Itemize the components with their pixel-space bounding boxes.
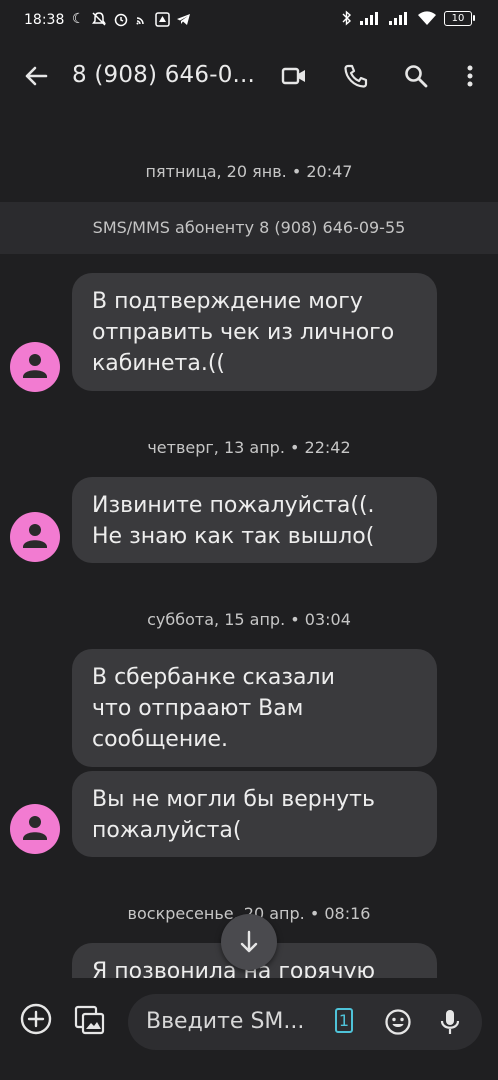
more-options-icon[interactable] [456, 62, 484, 90]
message-text: отправить чек из личного [92, 320, 395, 345]
message-text: В подтверждение могу [92, 289, 363, 314]
signal-icon [360, 12, 378, 25]
alarm-icon [114, 13, 127, 27]
emoji-icon[interactable] [383, 1007, 413, 1037]
message-bubble[interactable]: Извините пожалуйста((. Не знаю как так в… [72, 477, 437, 563]
compose-bar: Введите SM... 1 [0, 978, 498, 1080]
scroll-to-bottom-button[interactable] [221, 914, 277, 970]
message-text: сообщение. [92, 727, 229, 752]
date-separator: пятница, 20 янв. • 20:47 [145, 162, 353, 181]
contact-avatar[interactable] [10, 342, 60, 392]
message-bubble[interactable]: В подтверждение могу отправить чек из ли… [72, 273, 437, 391]
phone-icon[interactable] [342, 62, 370, 90]
person-icon [23, 524, 47, 548]
bluetooth-icon [342, 10, 352, 26]
microphone-icon[interactable] [436, 1007, 464, 1037]
add-attachment-icon[interactable] [19, 1002, 53, 1036]
status-time: 18:38 [24, 12, 65, 28]
app-bar: 8 (908) 646-0... [0, 44, 498, 108]
person-icon [23, 816, 47, 840]
message-text: Не знаю как так вышло( [92, 524, 375, 549]
date-separator: четверг, 13 апр. • 22:42 [147, 438, 351, 457]
app-icon [154, 11, 170, 27]
message-bubble[interactable]: Вы не могли бы вернуть пожалуйста( [72, 771, 437, 857]
contact-avatar[interactable] [10, 512, 60, 562]
message-input-field[interactable]: Введите SM... 1 [128, 994, 482, 1050]
message-text: пожалуйста( [92, 818, 242, 843]
cast-icon [136, 17, 144, 25]
signal-icon [389, 12, 407, 25]
sim-selector[interactable]: 1 [335, 1008, 353, 1033]
contact-title[interactable]: 8 (908) 646-0... [72, 62, 255, 88]
back-arrow-icon[interactable] [22, 62, 50, 90]
message-text: что отпраают Вам [92, 696, 304, 721]
battery-indicator: 10 [444, 10, 475, 26]
telegram-icon [176, 13, 190, 25]
wifi-icon [418, 10, 436, 25]
video-call-icon[interactable] [280, 62, 308, 90]
message-text: Извините пожалуйста((. [92, 493, 375, 518]
status-right-icons: 10 [342, 10, 475, 26]
moon-icon: ☾ [72, 11, 85, 27]
search-icon[interactable] [402, 62, 430, 90]
message-text: кабинета.(( [92, 351, 226, 376]
gallery-icon[interactable] [73, 1002, 107, 1036]
person-icon [23, 354, 47, 378]
status-left-icons: ☾ [72, 10, 191, 28]
conversation[interactable]: пятница, 20 янв. • 20:47 SMS/MMS абонент… [0, 108, 498, 978]
date-separator: суббота, 15 апр. • 03:04 [147, 610, 351, 629]
status-bar: 18:38 ☾ 10 [0, 0, 498, 44]
message-bubble[interactable]: В сбербанке сказали что отпраают Вам соо… [72, 649, 437, 767]
message-text: В сбербанке сказали [92, 665, 335, 690]
bell-off-icon [91, 12, 106, 26]
contact-avatar[interactable] [10, 804, 60, 854]
message-text: Вы не могли бы вернуть [92, 787, 375, 812]
arrow-down-icon [240, 930, 258, 953]
message-input[interactable]: Введите SM... [146, 1009, 304, 1034]
recipient-info-banner: SMS/MMS абоненту 8 (908) 646-09-55 [0, 202, 498, 254]
